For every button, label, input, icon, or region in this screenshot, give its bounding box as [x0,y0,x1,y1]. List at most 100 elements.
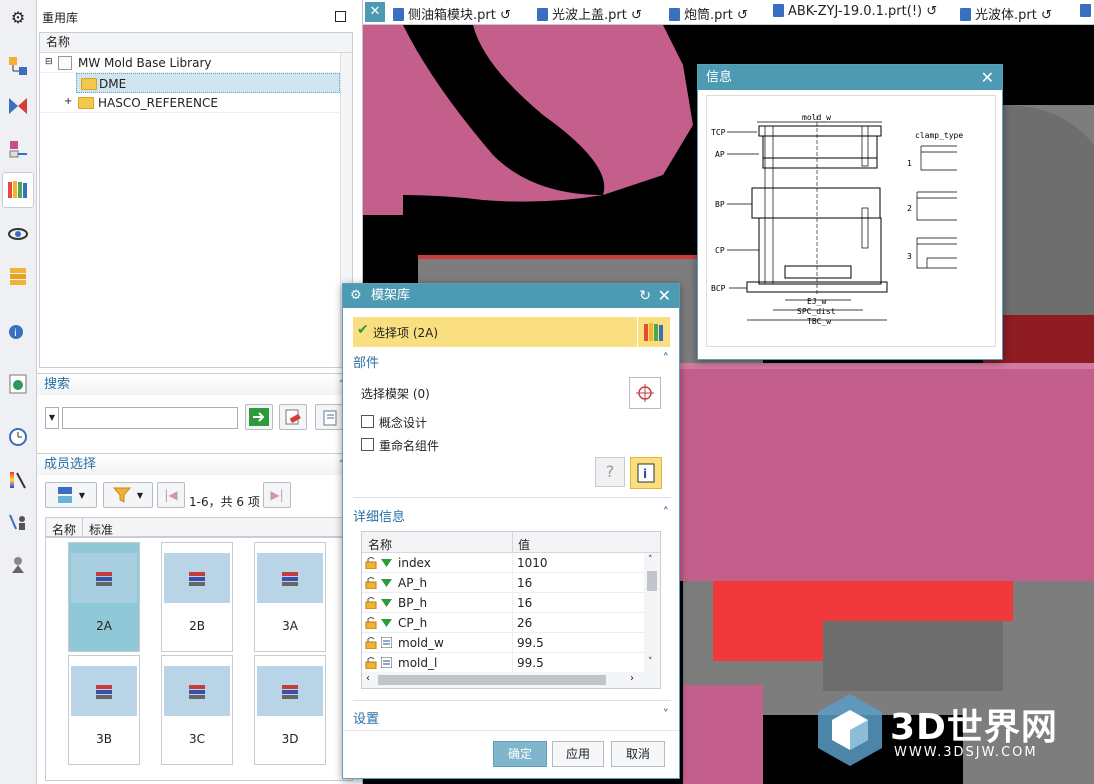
select-object-button[interactable] [629,377,661,409]
web-browser-icon[interactable] [4,370,32,398]
chevron-left-icon[interactable]: ‹ [366,673,370,684]
close-icon[interactable]: ✕ [365,2,385,22]
table-horizontal-scrollbar[interactable]: ‹ › [362,672,660,688]
table-row[interactable]: index 1010 [362,553,644,573]
apply-button[interactable]: 应用 [552,741,604,767]
ok-button[interactable]: 确定 [493,741,547,767]
member-card[interactable]: 2A [68,542,140,652]
member-card[interactable]: 3A [254,542,326,652]
library-icon [58,56,72,70]
tab-document[interactable]: 光波体.prt ↺ [960,4,1052,23]
tab-document[interactable] [1080,4,1094,19]
info-feed-icon[interactable]: i [4,316,32,344]
table-row[interactable]: AP_h 16 [362,573,644,593]
constraint-navigator-icon[interactable] [4,92,32,120]
gear-icon: ⚙ [350,288,362,303]
system-scene-icon[interactable] [4,550,32,578]
search-section-header[interactable]: 搜索^ [37,373,361,395]
member-card[interactable]: 3B [68,655,140,765]
tab-name[interactable]: 名称 [52,521,76,538]
clamp-type-label: clamp_type [915,131,963,140]
visualization-icon[interactable] [4,218,32,246]
cancel-button[interactable]: 取消 [611,741,665,767]
reuse-library-icon[interactable] [2,172,34,208]
lock-icon[interactable] [365,616,377,629]
member-card[interactable]: 2B [161,542,233,652]
parameter-name: mold_l [398,656,438,670]
close-icon[interactable]: ✕ [658,284,671,308]
member-section-header[interactable]: 成员选择^ [37,453,361,475]
help-button[interactable]: ? [595,457,625,487]
parameter-name: CP_h [398,616,428,630]
previous-page-button[interactable]: |◀ [157,482,185,508]
member-card[interactable]: 3D [254,655,326,765]
table-row[interactable]: mold_w 99.5 [362,633,644,653]
table-vertical-scrollbar[interactable]: ˄ ˅ [644,553,660,673]
info-button[interactable]: i [630,457,662,489]
parameter-value[interactable]: 26 [517,616,532,630]
tab-document[interactable]: 炮筒.prt ↺ [669,4,748,23]
assembly-navigator-icon[interactable] [4,52,32,80]
advanced-search-button[interactable] [315,404,343,430]
parameter-value[interactable]: 99.5 [517,636,544,650]
mold-base-thumbnail [257,553,323,603]
view-mode-dropdown[interactable]: ▼ [45,482,97,508]
chevron-down-icon[interactable]: ˅ [648,657,653,667]
chevron-up-icon[interactable]: ˄ [648,555,653,565]
settings-group-header[interactable]: 设置 ˅ [353,708,671,727]
collapse-icon[interactable]: ⊟ [45,57,53,67]
tree-node-root[interactable]: ⊟ MW Mold Base Library [40,53,352,73]
lock-icon[interactable] [365,556,377,569]
palette-icon[interactable] [4,466,32,494]
role-icon[interactable] [4,508,32,536]
lock-icon[interactable] [365,576,377,589]
tree-node-hasco[interactable]: + HASCO_REFERENCE [40,93,352,113]
search-input[interactable] [62,407,238,429]
filter-dropdown[interactable]: ▼ [103,482,153,508]
lock-icon[interactable] [365,596,377,609]
maximize-icon[interactable] [335,11,346,22]
part-navigator-icon[interactable] [4,135,32,163]
selection-bar[interactable]: ✔ 选择项 (2A) [353,317,637,347]
chevron-left-icon: |◀ [164,488,178,502]
tree-node-dme[interactable]: DME [76,73,340,93]
lock-icon[interactable] [365,656,377,669]
watermark-url: WWW.3DSJW.COM [894,745,1038,760]
search-type-dropdown[interactable]: ▼ [45,407,59,429]
triangle-down-icon [381,619,392,627]
rename-component-checkbox[interactable] [361,438,374,451]
scroll-thumb[interactable] [647,571,657,591]
parameter-value[interactable]: 16 [517,576,532,590]
table-row[interactable]: mold_l 99.5 [362,653,644,673]
dialog-title: 模架库 [371,288,411,303]
close-icon[interactable]: ✕ [981,65,994,90]
gear-icon[interactable]: ⚙ [4,3,32,31]
concept-design-checkbox[interactable] [361,415,374,428]
detail-group-header[interactable]: 详细信息 ˄ [353,506,671,525]
tab-document[interactable]: 侧油箱模块.prt ↺ [393,4,511,23]
next-page-button[interactable]: ▶| [263,482,291,508]
table-row[interactable]: CP_h 26 [362,613,644,633]
chevron-right-icon[interactable]: › [630,673,634,684]
dialog-title-bar[interactable]: ⚙ 模架库 ↻ ✕ [343,284,679,308]
table-header: 名称 值 [362,532,660,553]
lock-icon[interactable] [365,636,377,649]
layers-icon[interactable] [4,262,32,290]
part-group-header[interactable]: 部件 ˄ [353,352,671,371]
clear-search-button[interactable] [279,404,307,430]
expand-icon[interactable]: + [64,96,72,107]
history-icon[interactable] [4,423,32,451]
parameter-value[interactable]: 16 [517,596,532,610]
parameter-value[interactable]: 99.5 [517,656,544,670]
dialog-title-bar[interactable]: 信息 ✕ [698,65,1002,90]
reset-icon[interactable]: ↻ [639,284,651,308]
scroll-thumb[interactable] [378,675,606,685]
tab-document[interactable]: ABK-ZYJ-19.0.1.prt(!) ↺ [773,4,937,19]
reuse-library-button[interactable] [638,317,670,347]
tab-standard[interactable]: 标准 [89,521,113,538]
member-card[interactable]: 3C [161,655,233,765]
parameter-value[interactable]: 1010 [517,556,548,570]
table-row[interactable]: BP_h 16 [362,593,644,613]
search-go-button[interactable] [245,404,273,430]
tab-document[interactable]: 光波上盖.prt ↺ [537,4,642,23]
